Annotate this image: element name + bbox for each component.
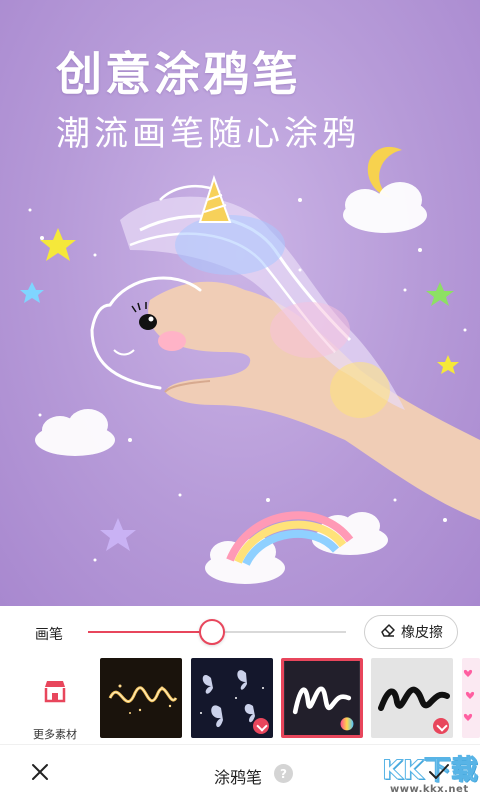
check-icon	[429, 764, 449, 779]
confirm-button[interactable]	[428, 762, 450, 782]
brush-thumb-hearts[interactable]	[462, 658, 480, 738]
close-button[interactable]	[30, 762, 50, 782]
download-icon	[433, 718, 449, 734]
brush-thumb-butterfly[interactable]	[191, 658, 273, 738]
brush-size-track-fill	[88, 631, 212, 633]
more-materials-label: 更多素材	[33, 728, 77, 741]
store-icon	[42, 676, 68, 708]
brush-thumb-sparkle[interactable]	[100, 658, 182, 738]
watermark-url: www.kkx.net	[390, 784, 469, 795]
help-icon[interactable]: ?	[274, 764, 293, 783]
more-materials-button[interactable]: 更多素材	[28, 676, 82, 741]
eraser-button[interactable]: 橡皮擦	[364, 615, 458, 649]
brush-thumb-marker[interactable]	[371, 658, 453, 738]
tool-title: 涂鸦笔	[214, 768, 263, 787]
brush-size-slider-thumb[interactable]	[198, 619, 225, 645]
hero-subtitle: 潮流画笔随心涂鸦	[56, 114, 360, 154]
hero-title: 创意涂鸦笔	[56, 47, 301, 101]
brush-thumb-neon[interactable]	[281, 658, 363, 738]
brush-size-label: 画笔	[35, 627, 63, 643]
eraser-icon	[379, 621, 397, 643]
close-icon	[32, 764, 48, 780]
hero-banner: 创意涂鸦笔 潮流画笔随心涂鸦	[0, 0, 480, 606]
eraser-label: 橡皮擦	[401, 625, 443, 641]
download-icon	[253, 718, 269, 734]
